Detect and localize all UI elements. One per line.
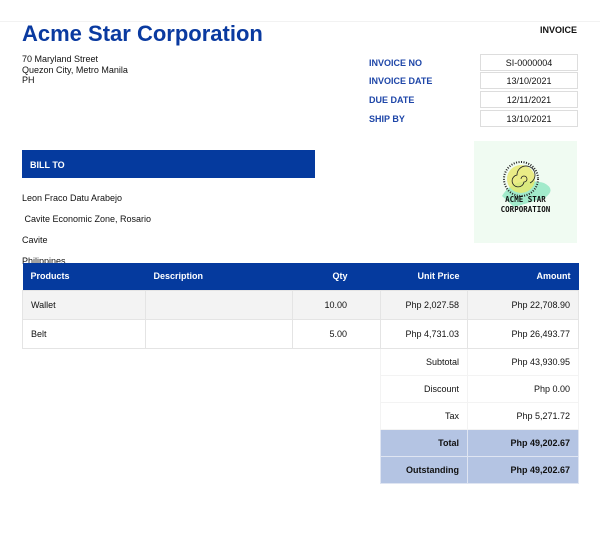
column-header: Qty — [292, 263, 381, 290]
description-cell — [145, 318, 293, 349]
meta-label: SHIP BY — [369, 114, 405, 124]
company-name: Acme Star Corporation — [22, 21, 263, 46]
subtotal-row: Subtotal Php 43,930.95 — [22, 347, 579, 376]
table-header-row: Products Description Qty Unit Price Amou… — [22, 263, 579, 290]
meta-invoice-no: INVOICE NO SI-0000004 — [369, 54, 578, 71]
qty-cell: 5.00 — [292, 318, 381, 349]
table-row: Belt 5.00 Php 4,731.03 Php 26,493.77 — [22, 318, 579, 349]
address-line: PH — [22, 75, 35, 85]
meta-label: INVOICE DATE — [369, 76, 433, 86]
summary-label: Outstanding — [380, 455, 468, 484]
meta-value: SI-0000004 — [480, 54, 578, 71]
summary-value: Php 0.00 — [467, 374, 579, 403]
svg-text:CORPORATION: CORPORATION — [501, 205, 551, 214]
summary-value: Php 49,202.67 — [467, 455, 579, 484]
discount-row: Discount Php 0.00 — [22, 374, 579, 403]
meta-ship-by: SHIP BY 13/10/2021 — [369, 110, 578, 127]
meta-value: 13/10/2021 — [480, 110, 578, 127]
meta-invoice-date: INVOICE DATE 13/10/2021 — [369, 72, 578, 89]
description-cell — [145, 289, 293, 320]
line-items-table: Products Description Qty Unit Price Amou… — [22, 263, 579, 484]
bill-to-header: BILL TO — [22, 150, 315, 178]
page-top-border — [0, 0, 600, 22]
meta-label: DUE DATE — [369, 95, 415, 105]
summary-label: Tax — [380, 401, 468, 430]
bill-to-line: Leon Fraco Datu Arabejo — [22, 192, 123, 203]
amount-cell: Php 26,493.77 — [467, 318, 579, 349]
product-cell: Belt — [22, 318, 146, 349]
bill-to-line: Cavite Economic Zone, Rosario — [22, 213, 152, 224]
tax-row: Tax Php 5,271.72 — [22, 401, 579, 430]
address-line: 70 Maryland Street — [22, 54, 99, 64]
unit-price-cell: Php 4,731.03 — [380, 318, 468, 349]
table-row: Wallet 10.00 Php 2,027.58 Php 22,708.90 — [22, 289, 579, 320]
column-header: Unit Price — [380, 263, 468, 290]
company-address: 70 Maryland Street Quezon City, Metro Ma… — [22, 54, 128, 86]
company-logo: ACME STAR CORPORATION — [474, 141, 577, 243]
outstanding-row: Outstanding Php 49,202.67 — [22, 455, 579, 484]
summary-value: Php 49,202.67 — [467, 428, 579, 457]
bill-to-line: Cavite — [22, 234, 48, 245]
total-row: Total Php 49,202.67 — [22, 428, 579, 457]
column-header: Description — [145, 263, 293, 290]
meta-value: 12/11/2021 — [480, 91, 578, 108]
summary-value: Php 43,930.95 — [467, 347, 579, 376]
summary-value: Php 5,271.72 — [467, 401, 579, 430]
meta-value: 13/10/2021 — [480, 72, 578, 89]
qty-cell: 10.00 — [292, 289, 381, 320]
summary-label: Subtotal — [380, 347, 468, 376]
summary-label: Discount — [380, 374, 468, 403]
column-header: Products — [22, 263, 146, 290]
product-cell: Wallet — [22, 289, 146, 320]
unit-price-cell: Php 2,027.58 — [380, 289, 468, 320]
meta-due-date: DUE DATE 12/11/2021 — [369, 91, 578, 108]
column-header: Amount — [467, 263, 579, 290]
spiral-logo-icon: ACME STAR CORPORATION — [501, 161, 551, 214]
svg-text:ACME STAR: ACME STAR — [505, 195, 546, 204]
summary-label: Total — [380, 428, 468, 457]
address-line: Quezon City, Metro Manila — [22, 64, 128, 75]
amount-cell: Php 22,708.90 — [467, 289, 579, 320]
document-type: INVOICE — [539, 25, 577, 35]
meta-label: INVOICE NO — [369, 58, 423, 68]
